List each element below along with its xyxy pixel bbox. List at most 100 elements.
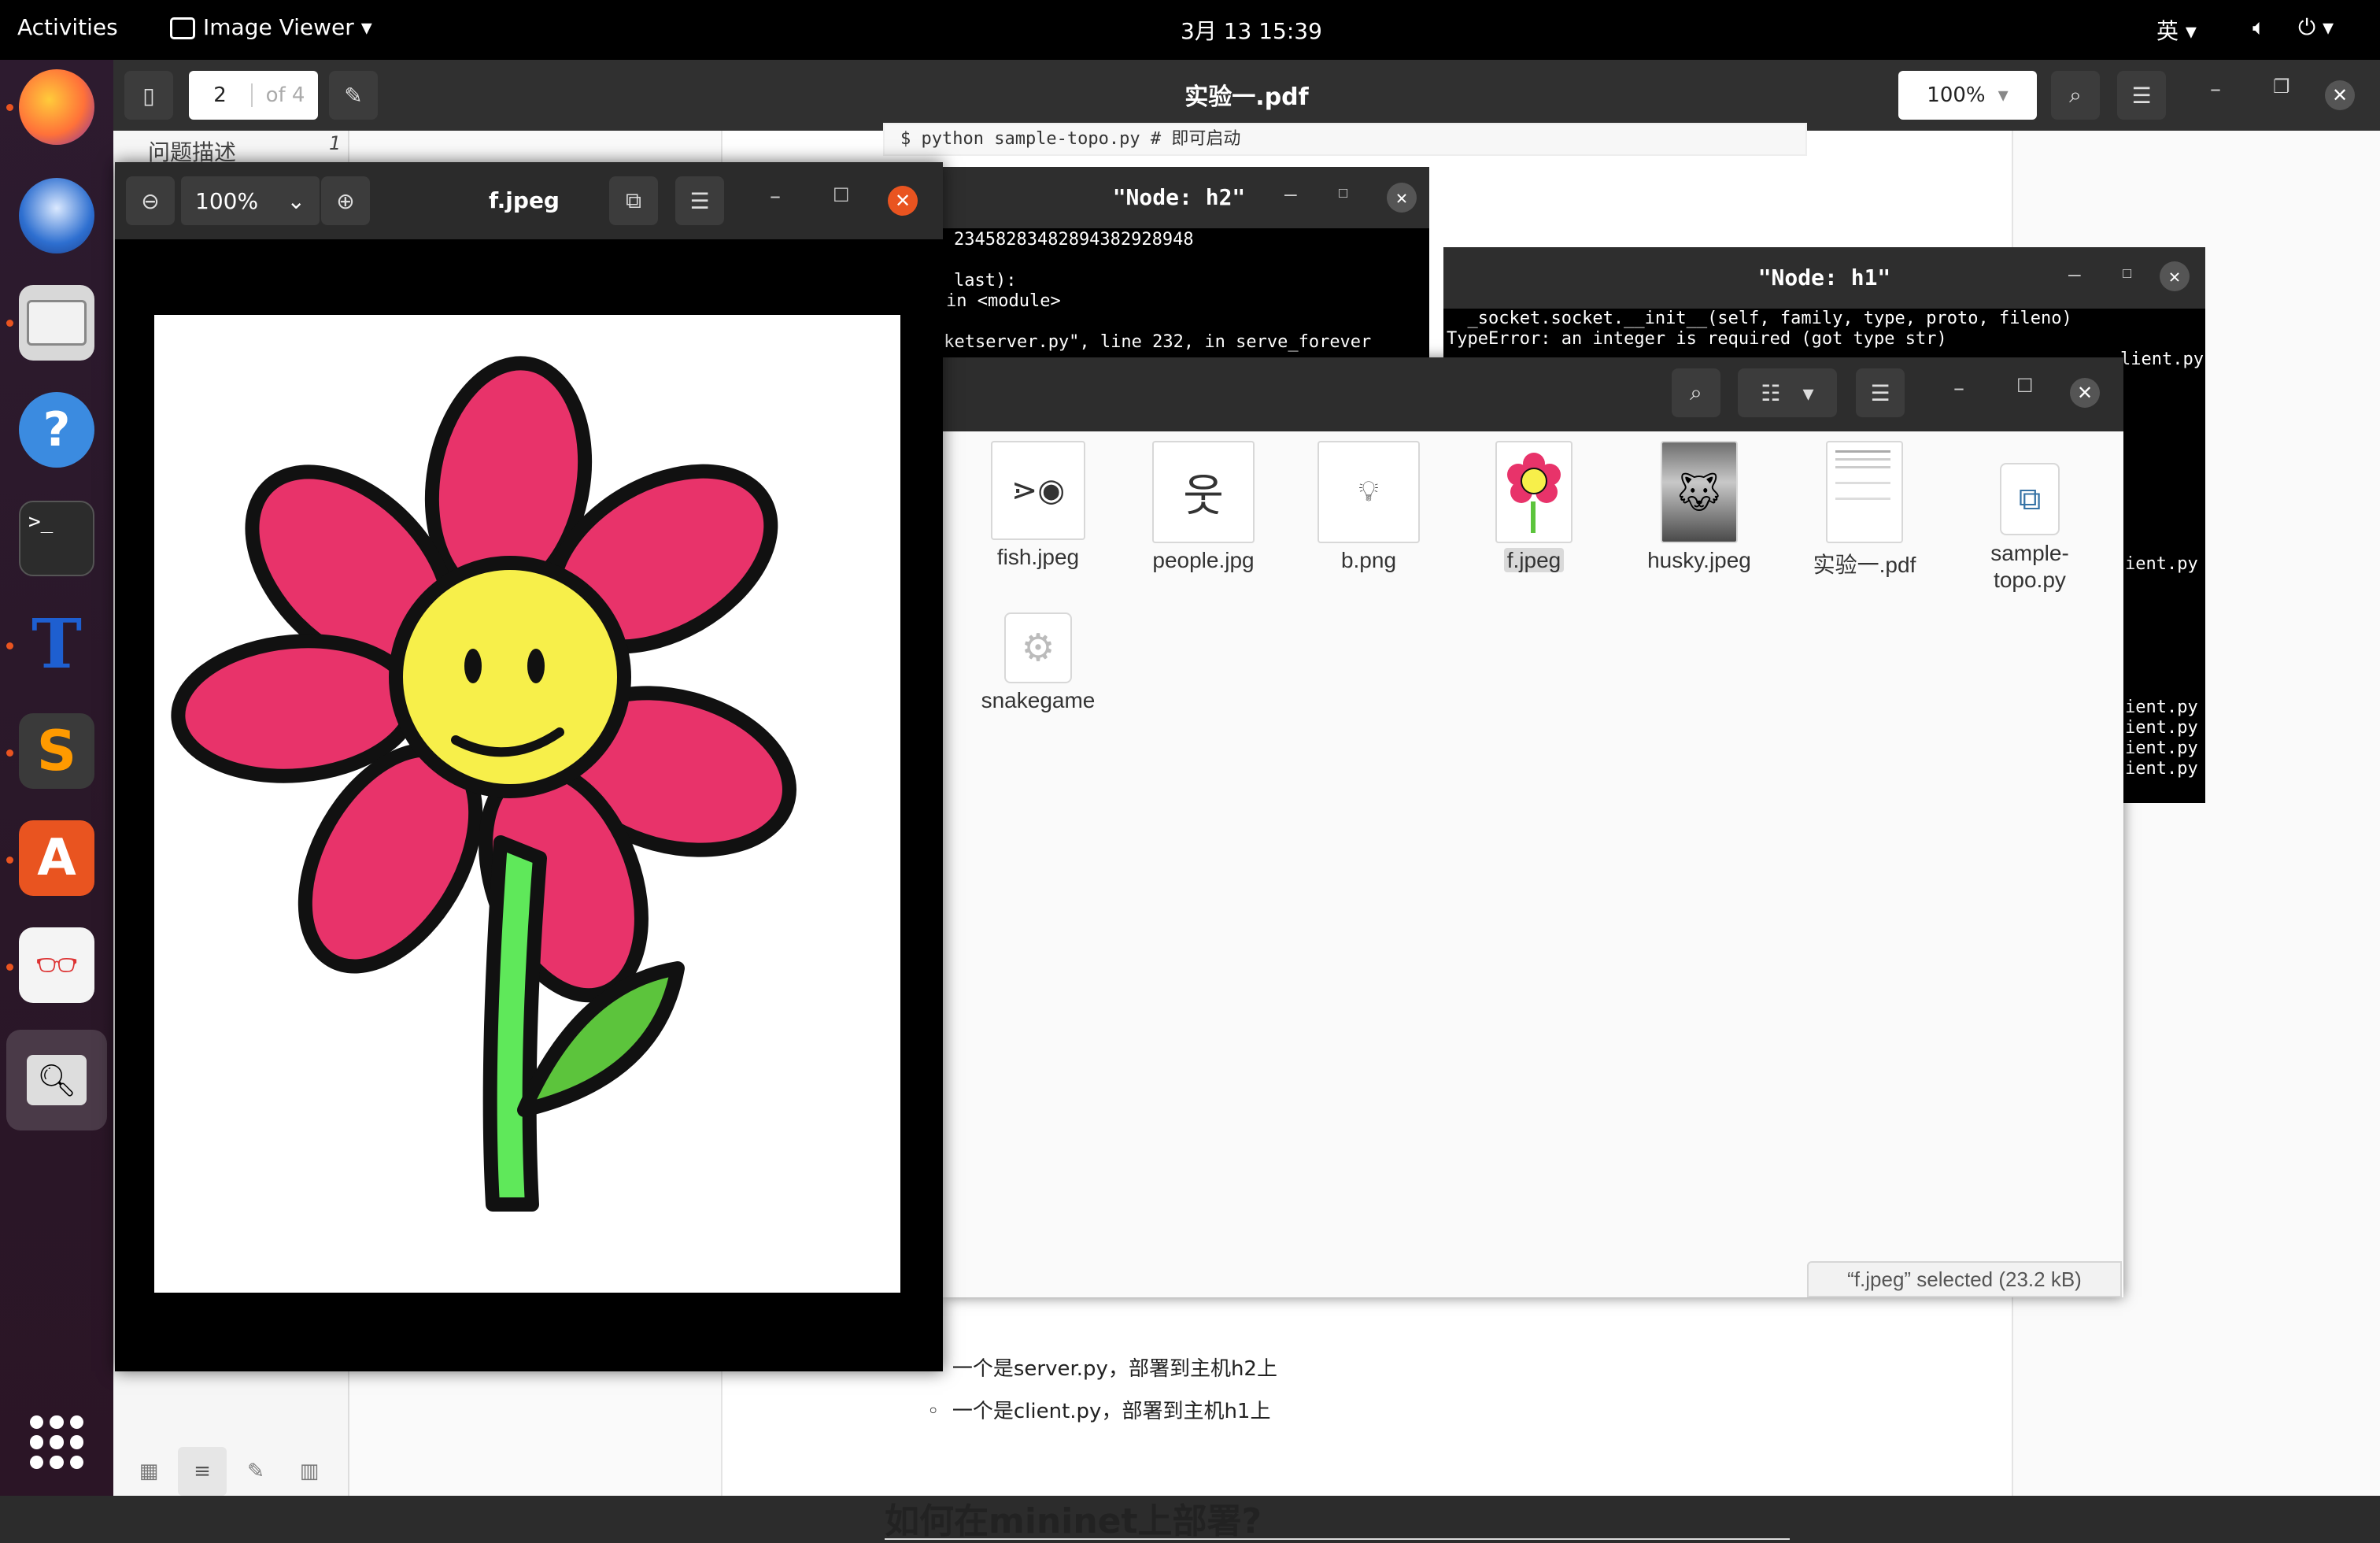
image-title: f.jpeg (489, 187, 560, 213)
search-icon[interactable]: ⌕ (2051, 71, 2100, 120)
input-method-label: 英 (2156, 18, 2179, 44)
thunderbird-icon[interactable] (19, 178, 94, 253)
bookmarks-icon[interactable]: ▥ (285, 1447, 334, 1496)
app-menu[interactable]: Image Viewer ▾ (170, 14, 372, 40)
file-item[interactable]: 💡︎ b.png (1286, 441, 1451, 573)
heading-rule (885, 1538, 1790, 1540)
lightbulb-icon: 💡︎ (1358, 475, 1379, 508)
maximize-icon[interactable]: ☐ (2122, 263, 2132, 283)
files-header-bar: ⌕ ☷ ▾ ☰ – ☐ ✕ (943, 357, 2123, 431)
minimize-icon[interactable]: – (2068, 263, 2081, 287)
image-viewer-dock-icon[interactable]: 🔍︎ (6, 1030, 107, 1130)
image-viewer-header: ⊖ 100% ⌄ ⊕ f.jpeg ⧉ ☰ – ☐ ✕ (115, 162, 943, 239)
page-total: of 4 (265, 83, 305, 107)
firefox-icon[interactable] (19, 69, 94, 145)
file-name: 实验一.pdf (1813, 553, 1916, 577)
maximize-icon[interactable]: ☐ (1338, 183, 1348, 202)
zoom-select[interactable]: 100% ▾ (1898, 71, 2037, 120)
chevron-down-icon: ▾ (1802, 379, 1814, 406)
zoom-in-icon[interactable]: ⊕ (321, 176, 370, 225)
clock[interactable]: 3月 13 15:39 (1181, 14, 1322, 46)
executable-thumbnail: ⚙ (1004, 612, 1072, 683)
view-options-button[interactable]: ☷ ▾ (1738, 368, 1837, 417)
volume-icon[interactable]: 🔈︎ (2252, 14, 2266, 41)
minimize-icon[interactable]: – (770, 183, 781, 209)
file-name: people.jpg (1152, 548, 1255, 572)
image-viewer-window: ⊖ 100% ⌄ ⊕ f.jpeg ⧉ ☰ – ☐ ✕ (115, 162, 943, 1371)
maximize-icon[interactable]: ☐ (2016, 375, 2034, 397)
app-menu-label: Image Viewer (203, 14, 354, 40)
document-viewer-icon[interactable]: 👓︎ (19, 927, 94, 1003)
file-item[interactable]: 实验一.pdf (1782, 441, 1947, 579)
terminal-h1-right-line: ient.py (2125, 738, 2198, 758)
sidebar-toggle-icon[interactable]: ▯ (124, 71, 173, 120)
restore-icon[interactable]: ❐ (2273, 76, 2290, 98)
python-icon: ⧉ (2018, 481, 2042, 517)
people-thumbnail: 웃 (1152, 441, 1255, 543)
terminal-h1-right-line: ient.py (2125, 697, 2198, 717)
texstudio-icon[interactable]: T (19, 605, 94, 684)
input-method-indicator[interactable]: 英 ▾ (2156, 14, 2197, 46)
annotate-pen-icon[interactable]: ✎ (329, 71, 378, 120)
bulb-thumbnail: 💡︎ (1318, 441, 1420, 543)
flower-thumbnail (1495, 441, 1572, 543)
minimize-icon[interactable]: – (1953, 375, 1964, 401)
show-apps-icon[interactable] (30, 1415, 83, 1469)
close-icon[interactable]: ✕ (2325, 80, 2355, 110)
file-name: snakegame (981, 688, 1096, 712)
code-block: $ python sample-topo.py # 即可启动 (883, 123, 1807, 156)
terminal-h2-title: "Node: h2" (1112, 184, 1246, 210)
file-item-selected[interactable]: f.jpeg (1451, 441, 1617, 573)
maximize-icon[interactable]: ☐ (833, 184, 850, 206)
zoom-out-icon[interactable]: ⊖ (126, 176, 175, 225)
terminal-h2-line-3: last): (954, 271, 1017, 290)
husky-thumbnail: 🐺︎ (1661, 441, 1738, 543)
file-item[interactable]: 🐺︎ husky.jpeg (1617, 441, 1782, 573)
file-item[interactable]: ⋗◉ fish.jpeg (955, 441, 1121, 570)
dock: ? >_ T S A 👓︎ 🔍︎ (0, 60, 113, 1496)
close-icon[interactable]: ✕ (2070, 378, 2100, 408)
page-number-field[interactable]: 2 of 4 (189, 71, 318, 120)
sidebar-view-tabs: ▦ ≡ ✎ ▥ (124, 1447, 335, 1496)
outline-icon[interactable]: ≡ (178, 1447, 227, 1496)
zoom-level-select[interactable]: 100% ⌄ (181, 176, 320, 225)
fish-thumbnail: ⋗◉ (991, 441, 1085, 540)
help-icon[interactable]: ? (19, 392, 94, 468)
status-bar: “f.jpeg” selected (23.2 kB) (1807, 1261, 2122, 1297)
close-icon[interactable]: ✕ (2160, 261, 2190, 291)
fullscreen-icon[interactable]: ⧉ (609, 176, 658, 225)
file-item[interactable]: ⧉ sample-topo.py (1947, 463, 2112, 594)
terminal-h2-line-1: 2345828348289438292894​8 (954, 230, 1194, 250)
software-center-icon[interactable]: A (19, 820, 94, 896)
annotations-icon[interactable]: ✎ (231, 1447, 280, 1496)
minimize-icon[interactable]: – (1284, 183, 1297, 206)
file-item[interactable]: 웃 people.jpg (1121, 441, 1286, 573)
outline-page-number: 1 (329, 132, 342, 154)
terminal-window-h2: "Node: h2" – ☐ ✕ 2345828348289438292894​… (929, 167, 1429, 379)
menu-icon[interactable]: ☰ (675, 176, 724, 225)
minimize-icon[interactable]: – (2210, 76, 2221, 102)
file-item[interactable]: ⚙ snakegame (955, 612, 1121, 713)
zoom-level: 100% (195, 187, 259, 214)
thumbnails-icon[interactable]: ▦ (124, 1447, 173, 1496)
file-name: f.jpeg (1451, 548, 1617, 573)
bullet-server-text: 一个是server.py，部署到主机h2上 (952, 1357, 1277, 1381)
fish-icon: ⋗◉ (1011, 472, 1066, 509)
chevron-down-icon: ▾ (1998, 83, 2009, 107)
close-icon[interactable]: ✕ (1387, 183, 1417, 213)
menu-icon[interactable]: ☰ (2117, 71, 2166, 120)
files-icon[interactable] (19, 285, 94, 361)
file-name: husky.jpeg (1647, 548, 1751, 572)
terminal-icon[interactable]: >_ (19, 501, 94, 576)
pdf-window-title: 实验一.pdf (1184, 83, 1309, 111)
page-current-input[interactable]: 2 (189, 83, 253, 107)
sublime-text-icon[interactable]: S (19, 713, 94, 789)
search-icon[interactable]: ⌕ (1672, 368, 1720, 417)
gear-icon: ⚙ (1021, 626, 1055, 670)
image-viewer-icon (170, 17, 195, 39)
power-icon[interactable]: ⏻ ▾ (2298, 14, 2334, 41)
menu-icon[interactable]: ☰ (1856, 368, 1905, 417)
terminal-h1-right-line: ient.py (2125, 554, 2198, 574)
activities-button[interactable]: Activities (17, 14, 118, 40)
close-icon[interactable]: ✕ (888, 186, 918, 216)
